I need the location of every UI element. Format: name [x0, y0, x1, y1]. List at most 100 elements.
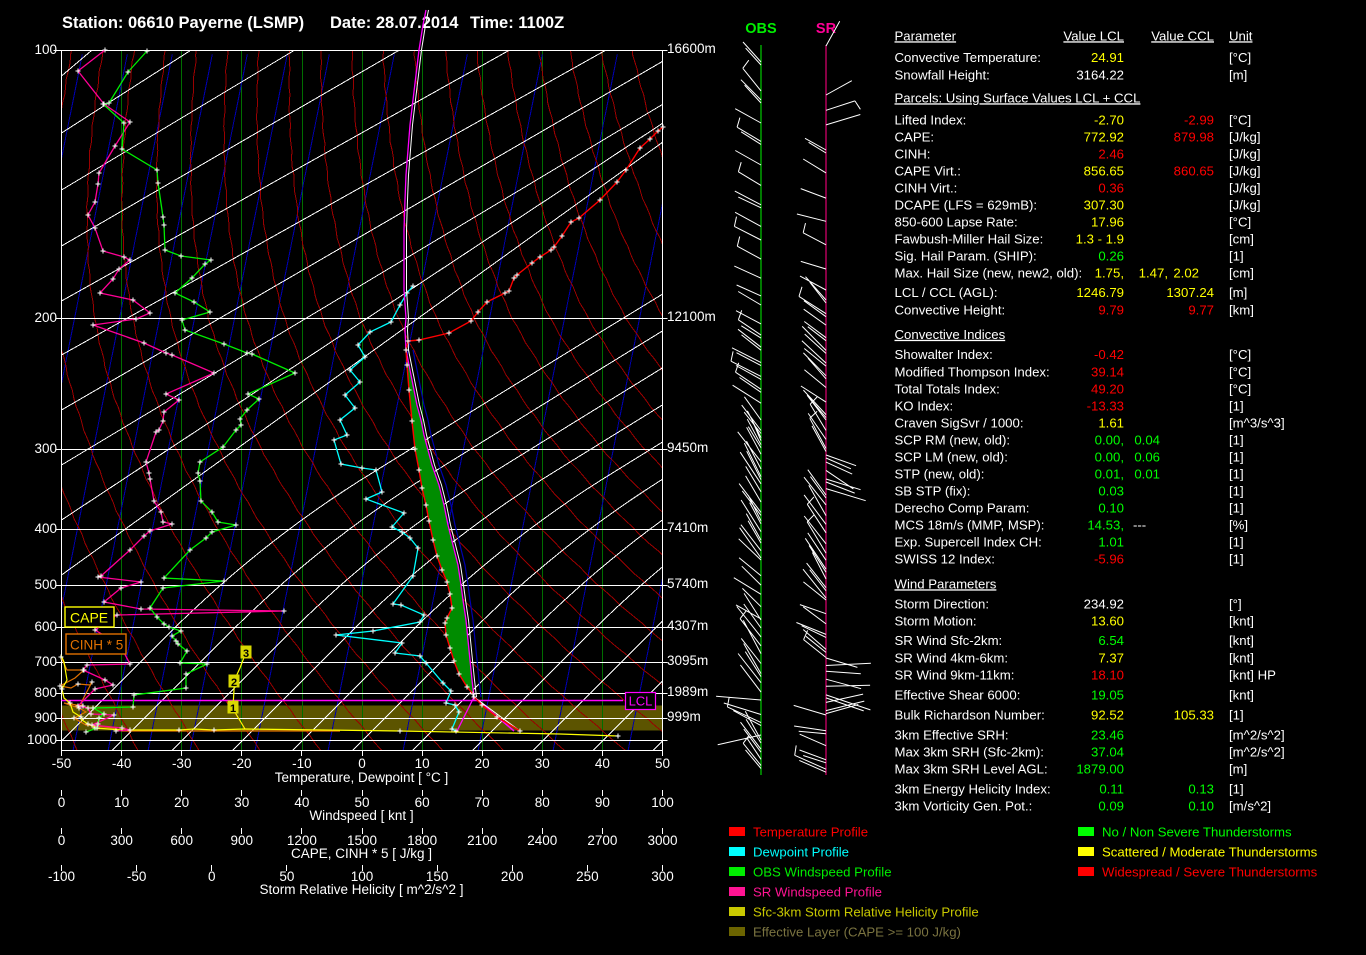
- svg-text:[m]: [m]: [1229, 67, 1247, 82]
- svg-text:Storm Direction:: Storm Direction:: [895, 596, 990, 611]
- svg-text:[1]: [1]: [1229, 248, 1244, 263]
- svg-text:400: 400: [34, 521, 57, 536]
- svg-text:Convective Indices: Convective Indices: [895, 327, 1006, 342]
- svg-text:879.98: 879.98: [1174, 129, 1214, 144]
- svg-text:SR Wind 9km-11km:: SR Wind 9km-11km:: [895, 667, 1015, 682]
- svg-text:---: ---: [1133, 517, 1146, 532]
- svg-text:200: 200: [34, 310, 57, 325]
- svg-text:CINH:: CINH:: [895, 146, 931, 161]
- svg-text:19.05: 19.05: [1091, 687, 1124, 702]
- svg-text:Windspeed [ knt ]: Windspeed [ knt ]: [309, 808, 413, 823]
- svg-text:Storm Motion:: Storm Motion:: [895, 613, 977, 628]
- svg-text:2700: 2700: [587, 833, 617, 848]
- svg-text:100: 100: [651, 795, 674, 810]
- svg-text:Convective Height:: Convective Height:: [895, 302, 1006, 317]
- svg-text:17.96: 17.96: [1091, 214, 1124, 229]
- svg-text:[1]: [1]: [1229, 500, 1244, 515]
- svg-text:9450m: 9450m: [667, 440, 708, 455]
- svg-text:[J/kg]: [J/kg]: [1229, 197, 1261, 212]
- svg-text:2100: 2100: [467, 833, 497, 848]
- svg-text:0.36: 0.36: [1098, 180, 1124, 195]
- svg-text:600: 600: [34, 619, 57, 634]
- svg-text:[1]: [1]: [1229, 707, 1244, 722]
- svg-text:[cm]: [cm]: [1229, 231, 1254, 246]
- svg-text:1.61: 1.61: [1098, 415, 1124, 430]
- svg-text:LCL: LCL: [629, 694, 653, 709]
- svg-text:[1]: [1]: [1229, 781, 1244, 796]
- svg-text:200: 200: [501, 869, 524, 884]
- svg-text:772.92: 772.92: [1084, 129, 1124, 144]
- svg-text:0.11: 0.11: [1099, 781, 1124, 796]
- svg-text:12100m: 12100m: [667, 309, 716, 324]
- svg-text:-2.70: -2.70: [1094, 112, 1124, 127]
- svg-text:60: 60: [415, 795, 430, 810]
- svg-text:37.04: 37.04: [1091, 744, 1124, 759]
- svg-text:-50: -50: [127, 869, 147, 884]
- svg-text:Dewpoint Profile: Dewpoint Profile: [753, 844, 849, 859]
- svg-text:[km]: [km]: [1229, 302, 1254, 317]
- svg-text:[°C]: [°C]: [1229, 364, 1251, 379]
- svg-text:1246.79: 1246.79: [1076, 285, 1124, 300]
- svg-text:Max 3km SRH (Sfc-2km):: Max 3km SRH (Sfc-2km):: [895, 744, 1044, 759]
- svg-text:-100: -100: [48, 869, 75, 884]
- svg-text:2.46: 2.46: [1098, 146, 1124, 161]
- svg-text:No / Non Severe Thunderstorms: No / Non Severe Thunderstorms: [1102, 824, 1292, 839]
- svg-text:STP (new, old):: STP (new, old):: [895, 466, 985, 481]
- svg-text:OBS Windspeed Profile: OBS Windspeed Profile: [753, 864, 892, 879]
- svg-text:Fawbush-Miller Hail Size:: Fawbush-Miller Hail Size:: [895, 231, 1044, 246]
- svg-text:14.53,: 14.53,: [1087, 517, 1124, 532]
- svg-text:7410m: 7410m: [667, 520, 708, 535]
- svg-text:-13.33: -13.33: [1087, 398, 1124, 413]
- svg-text:Temperature, Dewpoint [ °C ]: Temperature, Dewpoint [ °C ]: [275, 770, 448, 785]
- svg-text:0.06: 0.06: [1134, 449, 1160, 464]
- svg-text:2: 2: [231, 677, 237, 689]
- svg-text:39.14: 39.14: [1091, 364, 1124, 379]
- svg-text:Unit: Unit: [1229, 28, 1253, 43]
- svg-text:CAPE, CINH * 5 [ J/kg ]: CAPE, CINH * 5 [ J/kg ]: [291, 846, 432, 861]
- svg-text:[°C]: [°C]: [1229, 381, 1251, 396]
- svg-text:0.00,: 0.00,: [1095, 449, 1124, 464]
- svg-text:700: 700: [34, 654, 57, 669]
- svg-text:[°C]: [°C]: [1229, 50, 1251, 65]
- svg-text:SCP LM (new, old):: SCP LM (new, old):: [895, 449, 1008, 464]
- svg-text:-5.96: -5.96: [1094, 551, 1124, 566]
- svg-text:0: 0: [358, 756, 366, 771]
- svg-text:-10: -10: [292, 756, 312, 771]
- svg-text:0.10: 0.10: [1098, 500, 1124, 515]
- svg-text:[m^2/s^2]: [m^2/s^2]: [1229, 744, 1285, 759]
- svg-text:Temperature Profile: Temperature Profile: [753, 824, 868, 839]
- svg-text:3km Vorticity Gen. Pot.:: 3km Vorticity Gen. Pot.:: [895, 798, 1033, 813]
- svg-text:[m^2/s^2]: [m^2/s^2]: [1229, 727, 1285, 742]
- svg-text:SR Wind Sfc-2km:: SR Wind Sfc-2km:: [895, 633, 1003, 648]
- svg-text:CAPE: CAPE: [70, 610, 108, 626]
- svg-text:[°C]: [°C]: [1229, 214, 1251, 229]
- svg-text:[1]: [1]: [1229, 483, 1244, 498]
- svg-text:2.02: 2.02: [1173, 265, 1199, 280]
- svg-text:Craven SigSvr / 1000:: Craven SigSvr / 1000:: [895, 415, 1024, 430]
- svg-text:105.33: 105.33: [1174, 707, 1214, 722]
- svg-text:[m]: [m]: [1229, 761, 1247, 776]
- svg-text:0.10: 0.10: [1188, 798, 1214, 813]
- svg-text:Max. Hail Size (new, new2, old: Max. Hail Size (new, new2, old):: [895, 265, 1083, 280]
- svg-text:Snowfall Height:: Snowfall Height:: [895, 67, 990, 82]
- svg-text:100: 100: [34, 42, 57, 57]
- svg-text:856.65: 856.65: [1084, 163, 1124, 178]
- svg-text:999m: 999m: [667, 709, 701, 724]
- svg-text:500: 500: [34, 577, 57, 592]
- svg-text:Value CCL: Value CCL: [1151, 28, 1214, 43]
- svg-text:SB STP (fix):: SB STP (fix):: [895, 483, 971, 498]
- svg-text:0.13: 0.13: [1188, 781, 1214, 796]
- svg-text:Time: 1100Z: Time: 1100Z: [470, 14, 564, 32]
- svg-text:600: 600: [170, 833, 193, 848]
- svg-text:[°C]: [°C]: [1229, 347, 1251, 362]
- svg-text:92.52: 92.52: [1091, 707, 1124, 722]
- svg-text:20: 20: [475, 756, 490, 771]
- svg-text:SWISS 12 Index:: SWISS 12 Index:: [895, 551, 995, 566]
- svg-text:850-600 Lapse Rate:: 850-600 Lapse Rate:: [895, 214, 1018, 229]
- svg-text:LCL / CCL (AGL):: LCL / CCL (AGL):: [895, 285, 998, 300]
- svg-text:300: 300: [34, 441, 57, 456]
- svg-text:300: 300: [651, 869, 674, 884]
- svg-text:Widespread / Severe Thundersto: Widespread / Severe Thunderstorms: [1102, 864, 1318, 879]
- svg-text:1307.24: 1307.24: [1166, 285, 1214, 300]
- svg-text:3: 3: [243, 648, 249, 660]
